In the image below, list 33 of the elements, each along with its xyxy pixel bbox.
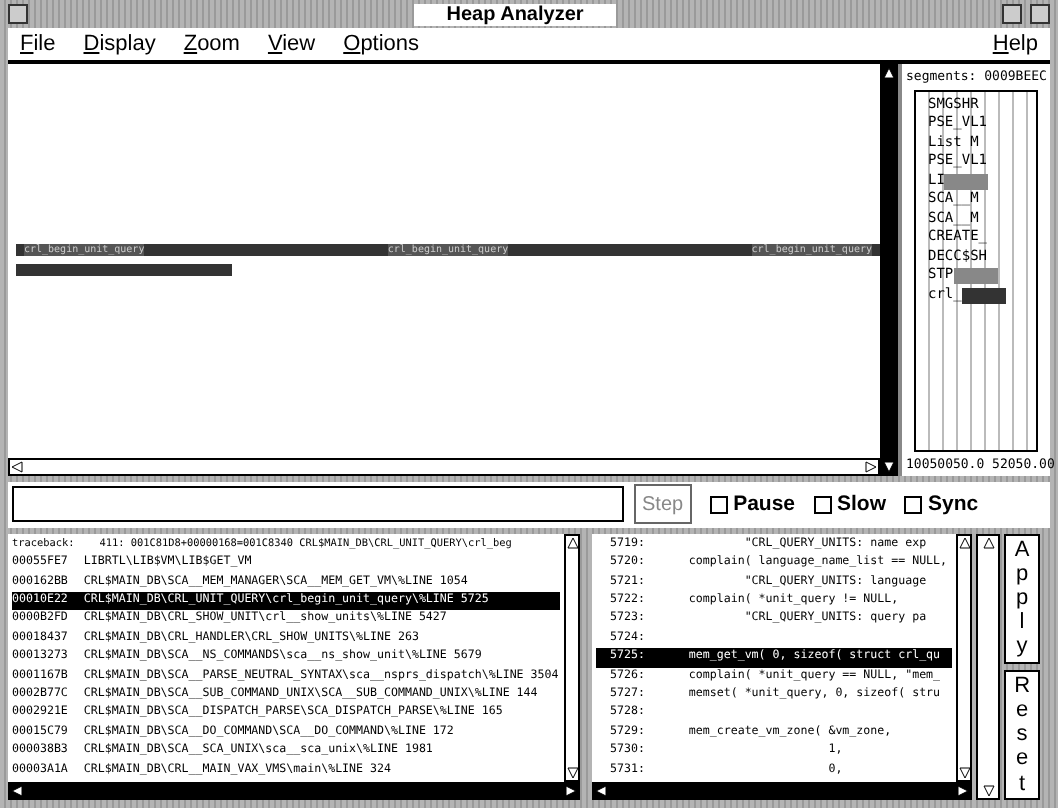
window-menu-button[interactable] [8,4,28,25]
checkbox-label: Sync [928,492,979,517]
action-button[interactable]: Reset [1004,669,1040,801]
vertical-scrollbar[interactable] [880,63,898,476]
checkbox[interactable] [709,495,728,514]
window-title: Heap Analyzer [414,3,616,26]
scroll-left-icon[interactable] [10,459,24,474]
source-hscrollbar[interactable] [592,782,972,801]
maximize-button[interactable] [1030,4,1051,25]
scroll-right-icon[interactable] [564,784,578,799]
traceback-hscrollbar[interactable] [8,782,580,801]
help-menu[interactable]: Help [992,32,1038,57]
menu-item[interactable]: Zoom [183,32,240,57]
command-field[interactable] [12,486,624,523]
menu-item[interactable]: Display [83,32,156,57]
pane-scrollbar[interactable] [976,533,1000,801]
checkbox-label: Slow [837,492,887,517]
checkbox-label: Pause [733,492,796,517]
segment-fill [944,173,989,190]
menu-item[interactable]: File [20,32,56,57]
segment-fill [961,287,1006,304]
scroll-left-icon[interactable] [594,784,608,799]
menu-item[interactable]: Options [343,32,420,57]
segment-fill [953,268,998,285]
checkbox[interactable] [904,495,923,514]
scroll-left-icon[interactable] [10,784,24,799]
minimize-button[interactable] [1002,4,1023,25]
scroll-right-icon[interactable] [956,784,970,799]
action-button[interactable]: Apply [1004,533,1040,664]
checkbox[interactable] [813,495,832,514]
scroll-up-icon[interactable] [565,535,579,550]
menu-item[interactable]: View [267,32,316,57]
scroll-down-icon[interactable] [565,766,579,781]
